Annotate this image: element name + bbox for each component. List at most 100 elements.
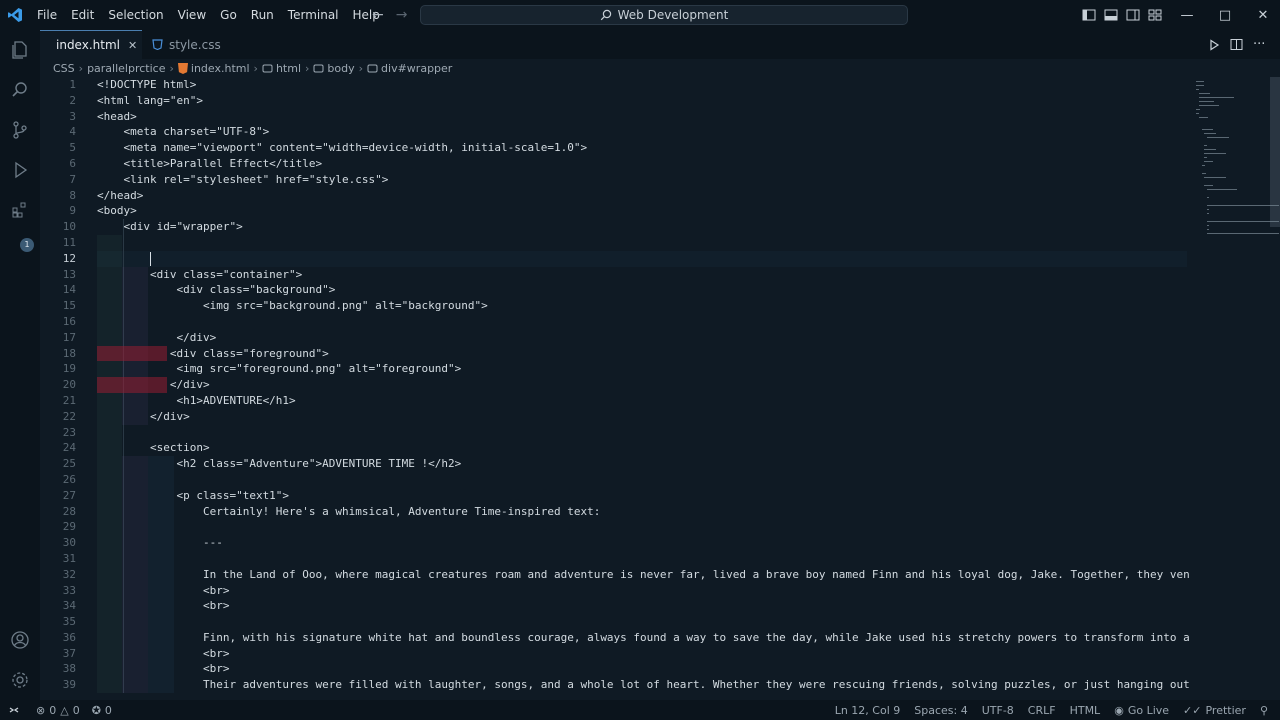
code-line[interactable]: <br> bbox=[97, 582, 1187, 599]
explorer-icon[interactable] bbox=[8, 38, 32, 62]
code-line[interactable]: <p class="text1"> bbox=[97, 487, 1187, 504]
go-live-button[interactable]: ◉ Go Live bbox=[1114, 704, 1169, 717]
text-cursor bbox=[149, 251, 151, 266]
menu-go[interactable]: Go bbox=[213, 0, 244, 30]
tab-style-css[interactable]: style.css bbox=[142, 30, 238, 59]
run-debug-icon[interactable] bbox=[8, 158, 32, 182]
menu-terminal[interactable]: Terminal bbox=[281, 0, 346, 30]
code-line[interactable]: <html lang="en"> bbox=[97, 93, 1187, 109]
language-mode[interactable]: HTML bbox=[1070, 704, 1101, 717]
code-line[interactable]: <div id="wrapper"> bbox=[97, 219, 1187, 235]
minimize-icon[interactable]: — bbox=[1168, 0, 1206, 30]
forward-arrow-icon[interactable]: → bbox=[396, 7, 408, 23]
code-line[interactable]: <br> bbox=[97, 661, 1187, 678]
line-number: 1 bbox=[69, 78, 76, 91]
code-line[interactable]: Certainly! Here's a whimsical, Adventure… bbox=[97, 503, 1187, 520]
breadcrumb-item[interactable]: div#wrapper bbox=[367, 62, 452, 75]
prettier-status[interactable]: ✓✓ Prettier bbox=[1183, 704, 1246, 717]
code-line[interactable]: Finn, with his signature white hat and b… bbox=[97, 629, 1190, 646]
cursor-position[interactable]: Ln 12, Col 9 bbox=[835, 704, 901, 717]
toggle-secondary-sidebar-icon[interactable] bbox=[1126, 8, 1140, 22]
menu-view[interactable]: View bbox=[171, 0, 213, 30]
menu-run[interactable]: Run bbox=[244, 0, 281, 30]
code-line[interactable]: <meta name="viewport" content="width=dev… bbox=[97, 140, 1187, 156]
code-line[interactable] bbox=[97, 234, 1187, 251]
customize-layout-icon[interactable] bbox=[1148, 8, 1162, 22]
breadcrumb-item[interactable]: parallelprctice bbox=[87, 62, 165, 75]
toggle-primary-sidebar-icon[interactable] bbox=[1082, 8, 1096, 22]
source-control-icon[interactable] bbox=[8, 118, 32, 142]
close-window-icon[interactable]: ✕ bbox=[1244, 0, 1280, 30]
run-play-icon[interactable] bbox=[1208, 38, 1220, 51]
remote-indicator-icon[interactable] bbox=[0, 700, 28, 720]
code-line[interactable]: <div class="foreground"> bbox=[97, 345, 1187, 362]
breadcrumb-item[interactable]: index.html bbox=[177, 62, 250, 75]
code-line[interactable]: --- bbox=[97, 535, 1187, 551]
indentation[interactable]: Spaces: 4 bbox=[914, 704, 967, 717]
code-line[interactable]: <img src="background.png" alt="backgroun… bbox=[97, 298, 1187, 314]
menu-selection[interactable]: Selection bbox=[101, 0, 170, 30]
toggle-panel-icon[interactable] bbox=[1104, 8, 1118, 22]
code-line[interactable]: <body> bbox=[97, 203, 1187, 219]
code-line[interactable]: <link rel="stylesheet" href="style.css"> bbox=[97, 172, 1187, 188]
code-text: <h1>ADVENTURE</h1> bbox=[97, 393, 296, 407]
code-line[interactable]: </div> bbox=[97, 408, 1187, 425]
code-text: Their adventures were filled with laught… bbox=[97, 678, 1190, 692]
code-line[interactable]: <h2 class="Adventure">ADVENTURE TIME !</… bbox=[97, 456, 1187, 472]
file-encoding[interactable]: UTF-8 bbox=[982, 704, 1014, 717]
code-line[interactable]: </div> bbox=[97, 329, 1187, 346]
code-line[interactable]: <section> bbox=[97, 440, 1187, 457]
command-center-search[interactable]: Web Development bbox=[420, 5, 908, 25]
code-line[interactable]: In the Land of Ooo, where magical creatu… bbox=[97, 566, 1190, 583]
error-icon: ⊗ bbox=[36, 703, 46, 717]
breadcrumb-item[interactable]: CSS bbox=[53, 62, 75, 75]
more-actions-icon[interactable]: ··· bbox=[1253, 37, 1265, 52]
code-line[interactable] bbox=[97, 550, 1187, 567]
minimap-line bbox=[1201, 165, 1205, 166]
problems-indicator[interactable]: ⊗ 0 △ 0 bbox=[36, 704, 80, 717]
code-line[interactable]: <br> bbox=[97, 598, 1187, 615]
code-line[interactable]: </div> bbox=[97, 377, 1187, 393]
code-line[interactable]: <br> bbox=[97, 645, 1187, 662]
code-text: <div class="foreground"> bbox=[97, 346, 329, 360]
line-endings[interactable]: CRLF bbox=[1028, 704, 1056, 717]
code-line[interactable]: <!DOCTYPE html> bbox=[97, 77, 1187, 93]
breadcrumb-item[interactable]: html bbox=[262, 62, 301, 75]
warning-icon: △ bbox=[60, 703, 69, 717]
code-line[interactable]: <head> bbox=[97, 109, 1187, 125]
code-line[interactable]: <img src="foreground.png" alt="foregroun… bbox=[97, 361, 1187, 378]
back-arrow-icon[interactable]: ← bbox=[372, 7, 384, 23]
code-line[interactable]: <div class="container"> bbox=[97, 266, 1187, 283]
code-line[interactable]: Their adventures were filled with laught… bbox=[97, 677, 1190, 694]
breadcrumb-item[interactable]: body bbox=[313, 62, 355, 75]
code-line[interactable] bbox=[97, 614, 1187, 630]
code-line[interactable]: <h1>ADVENTURE</h1> bbox=[97, 392, 1187, 409]
code-line[interactable]: </head> bbox=[97, 188, 1187, 204]
code-line[interactable] bbox=[97, 313, 1187, 330]
minimap-line bbox=[1207, 205, 1280, 206]
split-editor-icon[interactable] bbox=[1230, 38, 1243, 51]
menu-file[interactable]: File bbox=[30, 0, 64, 30]
code-line[interactable] bbox=[97, 519, 1187, 536]
tab-index-html[interactable]: index.html ✕ bbox=[40, 30, 142, 59]
notifications-bell-icon[interactable]: ⚲ bbox=[1260, 704, 1268, 717]
code-line[interactable]: <div class="background"> bbox=[97, 282, 1187, 299]
menu-edit[interactable]: Edit bbox=[64, 0, 101, 30]
account-icon[interactable] bbox=[8, 628, 32, 652]
settings-gear-icon[interactable] bbox=[8, 668, 32, 692]
code-line[interactable] bbox=[97, 424, 1187, 441]
maximize-icon[interactable]: □ bbox=[1206, 0, 1244, 30]
ports-indicator[interactable]: ✪ 0 bbox=[92, 704, 112, 717]
code-line[interactable] bbox=[97, 471, 1187, 488]
code-editor[interactable]: 1 2 3 4 5 6 7 8 9 10 11 12 13 14 15 16 17 18 19 20 21 22 23 24 2… bbox=[40, 77, 1190, 700]
code-area[interactable]: <!DOCTYPE html> <html lang="en"> <head> <m… bbox=[97, 77, 1190, 694]
code-line[interactable]: <meta charset="UTF-8"> bbox=[97, 124, 1187, 140]
code-line[interactable] bbox=[97, 250, 1187, 267]
close-tab-icon[interactable]: ✕ bbox=[128, 39, 137, 52]
extensions-icon[interactable] bbox=[8, 198, 32, 222]
minimap[interactable] bbox=[1190, 77, 1280, 700]
code-line[interactable]: <title>Parallel Effect</title> bbox=[97, 156, 1187, 172]
search-icon[interactable] bbox=[8, 78, 32, 102]
chevron-right-icon: › bbox=[358, 61, 364, 75]
vertical-scrollbar[interactable] bbox=[1270, 77, 1280, 227]
